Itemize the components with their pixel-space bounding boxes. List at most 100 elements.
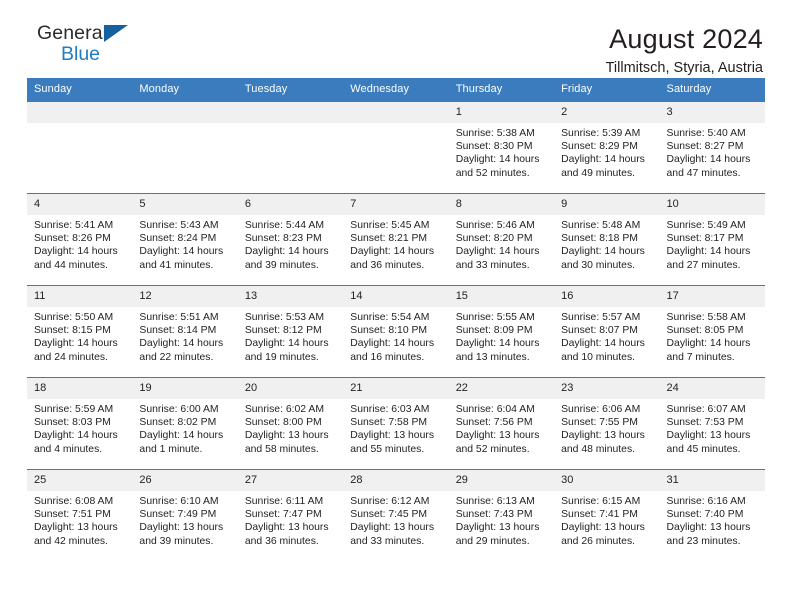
sun-info-line: Daylight: 13 hours <box>350 522 435 534</box>
calendar-empty-cell <box>343 101 449 194</box>
day-number: 20 <box>237 378 344 399</box>
calendar-day-cell[interactable]: 21 Sunrise: 6:03 AM Sunset: 7:58 PM Dayligh… <box>343 377 449 470</box>
sun-info-line: Daylight: 13 hours <box>139 522 224 534</box>
calendar-day-cell[interactable]: 17 Sunrise: 5:58 AM Sunset: 8:05 PM Dayligh… <box>659 285 765 378</box>
sun-info-line: Sunset: 7:49 PM <box>139 509 217 521</box>
sun-info: Sunrise: 6:04 AM Sunset: 7:56 PM Daylight:… <box>449 399 554 456</box>
sun-info: Sunrise: 5:59 AM Sunset: 8:03 PM Daylight:… <box>27 399 132 456</box>
calendar-day-cell[interactable]: 30 Sunrise: 6:15 AM Sunset: 7:41 PM Dayligh… <box>554 469 660 562</box>
calendar-day-cell[interactable]: 7 Sunrise: 5:45 AM Sunset: 8:21 PM Daylight… <box>343 193 449 286</box>
calendar-empty-cell <box>132 101 238 194</box>
day-number: 3 <box>659 102 765 123</box>
calendar-week-row: 4 Sunrise: 5:41 AM Sunset: 8:26 PM Daylight… <box>27 193 765 286</box>
sun-info-line: Daylight: 14 hours <box>666 246 751 258</box>
day-number: 15 <box>448 286 555 307</box>
day-number: 1 <box>448 102 555 123</box>
sun-info-line: and 47 minutes. <box>666 167 741 179</box>
day-number: 27 <box>237 470 344 491</box>
sun-info-line: Sunset: 8:23 PM <box>244 233 322 245</box>
sun-info-line: and 52 minutes. <box>455 167 530 179</box>
sun-info-line: and 1 minute. <box>139 443 203 455</box>
sun-info-line: Sunset: 8:27 PM <box>666 141 744 153</box>
calendar-day-cell[interactable]: 25 Sunrise: 6:08 AM Sunset: 7:51 PM Dayligh… <box>27 469 133 562</box>
sun-info-line: Sunrise: 5:57 AM <box>561 312 641 323</box>
sun-info-line: and 16 minutes. <box>350 351 425 363</box>
sun-info: Sunrise: 6:10 AM Sunset: 7:49 PM Daylight:… <box>132 491 237 548</box>
sun-info-line: and 24 minutes. <box>34 351 108 363</box>
calendar-day-cell[interactable]: 1 Sunrise: 5:38 AM Sunset: 8:30 PM Daylight… <box>448 101 555 194</box>
sun-info-line: Sunrise: 5:59 AM <box>34 404 114 415</box>
calendar-day-cell[interactable]: 9 Sunrise: 5:48 AM Sunset: 8:18 PM Daylight… <box>554 193 660 286</box>
sun-info-line: and 52 minutes. <box>455 443 530 455</box>
logo-text-blue: Blue <box>61 43 101 65</box>
sun-info-line: Sunrise: 5:55 AM <box>455 312 535 323</box>
calendar-day-cell[interactable]: 24 Sunrise: 6:07 AM Sunset: 7:53 PM Dayligh… <box>659 377 765 470</box>
day-number: 24 <box>659 378 765 399</box>
sun-info-line: Sunrise: 6:16 AM <box>666 496 746 507</box>
general-blue-logo[interactable]: General Blue <box>27 22 139 72</box>
sun-info-line: Sunrise: 5:46 AM <box>455 220 535 231</box>
sun-info-line: Sunset: 8:18 PM <box>561 233 638 245</box>
sun-info-line: and 23 minutes. <box>666 535 741 547</box>
calendar-page: General Blue August 2024 Tillmitsch, Sty… <box>0 0 792 612</box>
sun-info-line: Daylight: 13 hours <box>350 430 435 442</box>
day-number: 13 <box>237 286 344 307</box>
sun-info-line: Sunrise: 5:45 AM <box>350 220 430 231</box>
calendar-day-cell[interactable]: 20 Sunrise: 6:02 AM Sunset: 8:00 PM Dayligh… <box>237 377 344 470</box>
calendar-day-cell[interactable]: 18 Sunrise: 5:59 AM Sunset: 8:03 PM Dayligh… <box>27 377 133 470</box>
sun-info-line: Sunrise: 5:41 AM <box>34 220 114 231</box>
calendar-day-cell[interactable]: 14 Sunrise: 5:54 AM Sunset: 8:10 PM Dayligh… <box>343 285 449 378</box>
sun-info: Sunrise: 6:08 AM Sunset: 7:51 PM Daylight:… <box>27 491 132 548</box>
sun-info-line: and 4 minutes. <box>34 443 103 455</box>
calendar-day-cell[interactable]: 27 Sunrise: 6:11 AM Sunset: 7:47 PM Dayligh… <box>237 469 344 562</box>
sun-info-line: Sunrise: 6:12 AM <box>350 496 430 507</box>
calendar-day-cell[interactable]: 11 Sunrise: 5:50 AM Sunset: 8:15 PM Dayligh… <box>27 285 133 378</box>
sun-info: Sunrise: 6:13 AM Sunset: 7:43 PM Daylight:… <box>449 491 554 548</box>
sun-info-line: Sunrise: 5:53 AM <box>244 312 324 323</box>
day-number: 6 <box>237 194 344 215</box>
calendar-day-cell[interactable]: 4 Sunrise: 5:41 AM Sunset: 8:26 PM Daylight… <box>27 193 133 286</box>
weekday-header-thursday: Thursday <box>448 78 555 102</box>
sun-info: Sunrise: 5:53 AM Sunset: 8:12 PM Daylight:… <box>238 307 343 364</box>
calendar-day-cell[interactable]: 5 Sunrise: 5:43 AM Sunset: 8:24 PM Daylight… <box>132 193 238 286</box>
calendar-day-cell[interactable]: 16 Sunrise: 5:57 AM Sunset: 8:07 PM Dayligh… <box>554 285 660 378</box>
sun-info-line: and 27 minutes. <box>666 259 741 271</box>
day-number: 29 <box>448 470 555 491</box>
calendar-day-cell[interactable]: 28 Sunrise: 6:12 AM Sunset: 7:45 PM Dayligh… <box>343 469 449 562</box>
calendar-day-cell[interactable]: 12 Sunrise: 5:51 AM Sunset: 8:14 PM Dayligh… <box>132 285 238 378</box>
calendar-day-cell[interactable]: 8 Sunrise: 5:46 AM Sunset: 8:20 PM Daylight… <box>448 193 555 286</box>
sun-info-line: Sunrise: 6:15 AM <box>561 496 641 507</box>
calendar-day-cell[interactable]: 31 Sunrise: 6:16 AM Sunset: 7:40 PM Dayligh… <box>659 469 765 562</box>
sun-info-line: Daylight: 14 hours <box>34 430 118 442</box>
sun-info: Sunrise: 5:41 AM Sunset: 8:26 PM Daylight:… <box>27 215 132 272</box>
calendar-day-cell[interactable]: 22 Sunrise: 6:04 AM Sunset: 7:56 PM Dayligh… <box>448 377 555 470</box>
calendar-day-cell[interactable]: 6 Sunrise: 5:44 AM Sunset: 8:23 PM Daylight… <box>237 193 344 286</box>
sun-info-line: Sunset: 8:17 PM <box>666 233 744 245</box>
weekday-header-tuesday: Tuesday <box>237 78 344 102</box>
calendar-day-cell[interactable]: 23 Sunrise: 6:06 AM Sunset: 7:55 PM Dayligh… <box>554 377 660 470</box>
sun-info-line: Sunrise: 6:08 AM <box>34 496 114 507</box>
weekday-header-friday: Friday <box>554 78 660 102</box>
day-number: 21 <box>343 378 449 399</box>
calendar-day-cell[interactable]: 3 Sunrise: 5:40 AM Sunset: 8:27 PM Daylight… <box>659 101 765 194</box>
weekday-header-saturday: Saturday <box>659 78 765 102</box>
calendar-day-cell[interactable]: 29 Sunrise: 6:13 AM Sunset: 7:43 PM Dayligh… <box>448 469 555 562</box>
calendar-day-cell[interactable]: 10 Sunrise: 5:49 AM Sunset: 8:17 PM Dayligh… <box>659 193 765 286</box>
calendar-day-cell[interactable]: 13 Sunrise: 5:53 AM Sunset: 8:12 PM Dayligh… <box>237 285 344 378</box>
sun-info-line: Sunset: 7:51 PM <box>34 509 111 521</box>
sun-info-line: Sunset: 7:41 PM <box>561 509 638 521</box>
calendar-day-cell[interactable]: 15 Sunrise: 5:55 AM Sunset: 8:09 PM Dayligh… <box>448 285 555 378</box>
day-number: 28 <box>343 470 449 491</box>
calendar-day-cell[interactable]: 2 Sunrise: 5:39 AM Sunset: 8:29 PM Daylight… <box>554 101 660 194</box>
day-number <box>237 102 344 123</box>
sun-info-line: Daylight: 14 hours <box>666 154 751 166</box>
sun-info-line: Sunset: 7:53 PM <box>666 417 744 429</box>
day-number: 8 <box>448 194 555 215</box>
calendar-day-cell[interactable]: 19 Sunrise: 6:00 AM Sunset: 8:02 PM Dayligh… <box>132 377 238 470</box>
day-number: 26 <box>132 470 238 491</box>
sun-info-line: and 36 minutes. <box>244 535 319 547</box>
calendar-day-cell[interactable]: 26 Sunrise: 6:10 AM Sunset: 7:49 PM Dayligh… <box>132 469 238 562</box>
sun-info: Sunrise: 5:44 AM Sunset: 8:23 PM Daylight:… <box>238 215 343 272</box>
sun-info-line: Sunset: 8:12 PM <box>244 325 322 337</box>
sun-info-line: Daylight: 14 hours <box>139 246 224 258</box>
